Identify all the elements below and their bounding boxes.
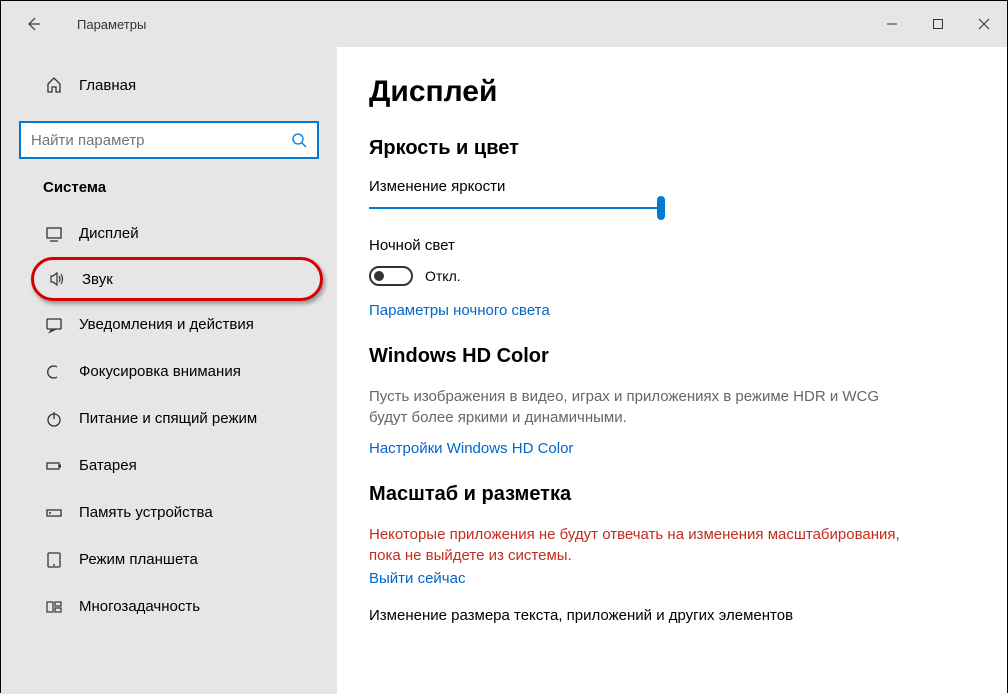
sidebar-item-display[interactable]: Дисплей — [1, 210, 337, 257]
sidebar-category: Система — [1, 159, 337, 210]
night-light-settings-link[interactable]: Параметры ночного света — [369, 302, 550, 319]
night-light-label: Ночной свет — [369, 237, 1007, 254]
sidebar-item-label: Звук — [82, 271, 113, 288]
display-icon — [43, 225, 65, 243]
hdcolor-desc: Пусть изображения в видео, играх и прило… — [369, 386, 909, 428]
sidebar-item-storage[interactable]: Память устройства — [1, 489, 337, 536]
sidebar-item-multitasking[interactable]: Многозадачность — [1, 583, 337, 630]
window-controls — [869, 1, 1007, 47]
search-icon — [291, 132, 307, 148]
titlebar: Параметры — [1, 1, 1007, 47]
home-icon — [43, 76, 65, 94]
back-button[interactable] — [13, 4, 53, 44]
sidebar-item-label: Режим планшета — [79, 551, 198, 568]
minimize-button[interactable] — [869, 1, 915, 47]
maximize-button[interactable] — [915, 1, 961, 47]
scale-warning: Некоторые приложения не будут отвечать н… — [369, 524, 909, 566]
sidebar-home-label: Главная — [79, 77, 136, 94]
focus-icon — [43, 363, 65, 381]
sidebar-item-label: Память устройства — [79, 504, 213, 521]
multitasking-icon — [43, 598, 65, 616]
night-light-toggle[interactable] — [369, 266, 413, 286]
signout-link[interactable]: Выйти сейчас — [369, 570, 465, 587]
sidebar-home[interactable]: Главная — [1, 63, 337, 107]
sidebar: Главная Система Дисплей Звук Уведомления… — [1, 47, 337, 694]
sidebar-item-label: Фокусировка внимания — [79, 363, 241, 380]
sidebar-item-label: Уведомления и действия — [79, 316, 254, 333]
search-box[interactable] — [19, 121, 319, 159]
page-title: Дисплей — [369, 75, 1007, 109]
brightness-slider[interactable] — [369, 207, 661, 209]
sidebar-item-label: Питание и спящий режим — [79, 410, 257, 427]
sidebar-item-tablet[interactable]: Режим планшета — [1, 536, 337, 583]
sidebar-item-label: Многозадачность — [79, 598, 200, 615]
storage-icon — [43, 504, 65, 522]
content-pane: Дисплей Яркость и цвет Изменение яркости… — [337, 47, 1007, 694]
sound-icon — [46, 270, 68, 288]
battery-icon — [43, 457, 65, 475]
sidebar-item-power[interactable]: Питание и спящий режим — [1, 395, 337, 442]
tablet-icon — [43, 551, 65, 569]
sidebar-item-label: Дисплей — [79, 225, 139, 242]
sidebar-item-battery[interactable]: Батарея — [1, 442, 337, 489]
sidebar-item-notifications[interactable]: Уведомления и действия — [1, 301, 337, 348]
text-size-label: Изменение размера текста, приложений и д… — [369, 607, 1007, 624]
section-brightness: Яркость и цвет — [369, 137, 1007, 160]
brightness-slider-label: Изменение яркости — [369, 178, 1007, 195]
section-scale: Масштаб и разметка — [369, 483, 1007, 506]
power-icon — [43, 410, 65, 428]
search-input[interactable] — [31, 132, 291, 149]
slider-thumb[interactable] — [657, 196, 665, 220]
window-title: Параметры — [77, 17, 146, 32]
sidebar-item-label: Батарея — [79, 457, 137, 474]
notifications-icon — [43, 316, 65, 334]
hdcolor-settings-link[interactable]: Настройки Windows HD Color — [369, 440, 573, 457]
night-light-state: Откл. — [425, 268, 461, 284]
sidebar-item-sound[interactable]: Звук — [31, 257, 323, 301]
close-button[interactable] — [961, 1, 1007, 47]
sidebar-item-focus[interactable]: Фокусировка внимания — [1, 348, 337, 395]
section-hdcolor: Windows HD Color — [369, 345, 1007, 368]
